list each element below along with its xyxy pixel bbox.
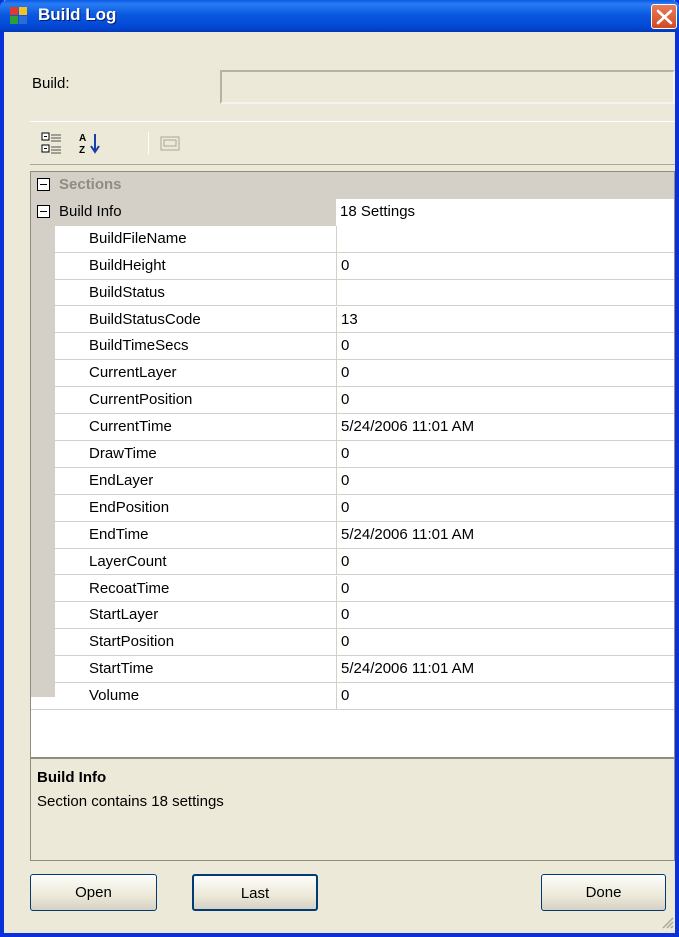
property-value[interactable]: 0 bbox=[336, 575, 674, 602]
property-row[interactable]: EndPosition 0 bbox=[31, 494, 674, 522]
property-name: BuildStatus bbox=[89, 283, 165, 301]
property-row[interactable]: EndLayer 0 bbox=[31, 467, 674, 495]
property-value[interactable] bbox=[336, 225, 674, 252]
property-name: EndPosition bbox=[89, 498, 170, 516]
property-value[interactable] bbox=[336, 279, 674, 306]
property-row[interactable]: BuildFileName bbox=[31, 225, 674, 253]
alphabetical-icon[interactable]: A Z bbox=[78, 131, 102, 156]
property-row[interactable]: DrawTime 0 bbox=[31, 441, 674, 468]
property-row[interactable]: StartPosition 0 bbox=[31, 629, 674, 657]
done-button[interactable]: Done bbox=[541, 874, 666, 911]
property-name: BuildTimeSecs bbox=[89, 337, 189, 355]
property-row[interactable]: CurrentPosition 0 bbox=[31, 387, 674, 415]
property-row[interactable]: EndTime 5/24/2006 11:01 AM bbox=[31, 521, 674, 549]
property-row[interactable]: LayerCount 0 bbox=[31, 548, 674, 576]
property-pages-icon bbox=[158, 131, 182, 155]
property-toolbar: A Z bbox=[30, 121, 675, 165]
property-value[interactable]: 0 bbox=[336, 548, 674, 575]
property-value[interactable]: 0 bbox=[336, 683, 674, 709]
property-value[interactable]: 0 bbox=[336, 252, 674, 279]
open-button[interactable]: Open bbox=[30, 874, 157, 911]
property-name: BuildStatusCode bbox=[89, 310, 201, 328]
resize-grip-icon[interactable] bbox=[660, 915, 674, 929]
property-value[interactable]: 0 bbox=[336, 467, 674, 494]
property-value[interactable]: 13 bbox=[336, 306, 674, 333]
category-value: 18 Settings bbox=[336, 198, 674, 226]
toolbar-separator bbox=[148, 132, 149, 154]
property-value[interactable]: 5/24/2006 11:01 AM bbox=[336, 656, 674, 683]
property-name: Volume bbox=[89, 687, 140, 705]
property-name: CurrentPosition bbox=[89, 391, 193, 409]
title-bar[interactable]: Build Log bbox=[0, 0, 679, 32]
property-value[interactable]: 0 bbox=[336, 441, 674, 467]
category-label: Build Info bbox=[59, 202, 122, 220]
category-sections[interactable]: Sections bbox=[31, 172, 674, 199]
property-name: BuildHeight bbox=[89, 256, 166, 274]
property-row[interactable]: Volume 0 bbox=[31, 683, 674, 710]
close-button[interactable] bbox=[651, 4, 677, 29]
property-value[interactable]: 0 bbox=[336, 629, 674, 656]
property-value[interactable]: 0 bbox=[336, 360, 674, 387]
property-row[interactable]: BuildHeight 0 bbox=[31, 252, 674, 280]
categorized-icon[interactable] bbox=[40, 131, 64, 155]
last-button[interactable]: Last bbox=[192, 874, 318, 911]
property-value[interactable]: 0 bbox=[336, 494, 674, 521]
svg-text:Z: Z bbox=[79, 145, 85, 155]
property-value[interactable]: 0 bbox=[336, 387, 674, 414]
property-name: CurrentTime bbox=[89, 418, 172, 436]
build-field[interactable] bbox=[220, 70, 675, 104]
property-row[interactable]: BuildStatusCode 13 bbox=[31, 306, 674, 334]
property-name: LayerCount bbox=[89, 552, 167, 570]
build-label: Build: bbox=[32, 75, 70, 92]
description-text: Section contains 18 settings bbox=[37, 793, 224, 810]
property-row[interactable]: StartTime 5/24/2006 11:01 AM bbox=[31, 656, 674, 684]
property-row[interactable]: CurrentLayer 0 bbox=[31, 360, 674, 388]
property-row[interactable]: BuildStatus bbox=[31, 279, 674, 307]
property-value[interactable]: 5/24/2006 11:01 AM bbox=[336, 414, 674, 440]
property-name: CurrentLayer bbox=[89, 364, 177, 382]
property-name: StartLayer bbox=[89, 606, 159, 624]
property-value[interactable]: 5/24/2006 11:01 AM bbox=[336, 521, 674, 548]
property-name: StartPosition bbox=[89, 633, 175, 651]
window-title: Build Log bbox=[38, 5, 117, 24]
description-panel: Build Info Section contains 18 settings bbox=[30, 758, 675, 861]
property-value[interactable]: 0 bbox=[336, 602, 674, 629]
collapse-icon[interactable] bbox=[37, 178, 50, 191]
property-name: EndLayer bbox=[89, 471, 154, 489]
property-name: EndTime bbox=[89, 525, 149, 543]
close-icon bbox=[656, 9, 673, 25]
description-title: Build Info bbox=[37, 769, 107, 786]
category-label: Sections bbox=[59, 176, 122, 193]
property-grid: Sections Build Info 18 Settings BuildFil… bbox=[30, 171, 675, 758]
property-row[interactable]: CurrentTime 5/24/2006 11:01 AM bbox=[31, 414, 674, 441]
property-row[interactable]: RecoatTime 0 bbox=[31, 575, 674, 603]
property-name: BuildFileName bbox=[89, 229, 187, 247]
property-row[interactable]: BuildTimeSecs 0 bbox=[31, 333, 674, 361]
category-build-info[interactable]: Build Info 18 Settings bbox=[31, 198, 674, 226]
app-icon bbox=[10, 7, 28, 25]
svg-text:A: A bbox=[79, 133, 86, 144]
property-name: StartTime bbox=[89, 660, 154, 678]
property-name: DrawTime bbox=[89, 445, 157, 462]
collapse-icon[interactable] bbox=[37, 204, 50, 218]
property-row[interactable]: StartLayer 0 bbox=[31, 602, 674, 630]
property-name: RecoatTime bbox=[89, 579, 170, 597]
property-value[interactable]: 0 bbox=[336, 333, 674, 360]
